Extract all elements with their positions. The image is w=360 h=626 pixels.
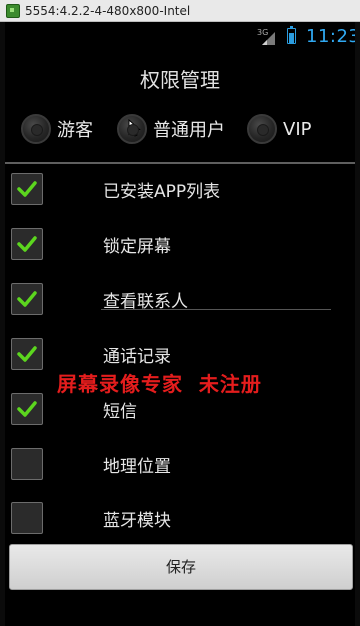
role-option-guest[interactable]: 游客 — [21, 107, 93, 151]
permission-label: 已安装APP列表 — [103, 182, 221, 202]
permission-label: 蓝牙模块 — [103, 511, 171, 531]
permission-item-location[interactable]: 地理位置 — [5, 442, 355, 486]
permission-label: 短信 — [103, 402, 137, 422]
permission-label: 锁定屏幕 — [103, 237, 171, 257]
recorder-watermark: 屏幕录像专家 未注册 — [57, 372, 262, 396]
page-title: 权限管理 — [140, 68, 220, 92]
check-icon — [17, 291, 37, 307]
radio-button-icon — [117, 114, 147, 144]
role-label: 游客 — [57, 120, 93, 141]
section-divider — [5, 162, 355, 164]
check-icon — [17, 346, 37, 362]
checkbox[interactable] — [11, 502, 43, 534]
checkbox[interactable] — [11, 338, 43, 370]
permission-label: 地理位置 — [103, 457, 171, 477]
radio-button-icon — [247, 114, 277, 144]
status-bar: 3G 11:23 — [5, 22, 355, 52]
permission-item-bluetooth[interactable]: 蓝牙模块 — [5, 496, 355, 540]
emulator-title: 5554:4.2.2-4-480x800-Intel — [25, 3, 191, 18]
device-screen: 3G 11:23 权限管理 游客 普通用户 VIP 已安装APP列表 锁定屏幕 … — [5, 22, 355, 626]
checkbox[interactable] — [11, 283, 43, 315]
checkbox[interactable] — [11, 228, 43, 260]
permission-item-lock-screen[interactable]: 锁定屏幕 — [5, 222, 355, 266]
role-label: VIP — [283, 118, 312, 140]
signal-icon — [262, 32, 275, 45]
role-option-vip[interactable]: VIP — [247, 107, 311, 151]
check-icon — [17, 236, 37, 252]
radio-button-icon — [21, 114, 51, 144]
check-icon — [17, 181, 37, 197]
save-button[interactable]: 保存 — [9, 544, 353, 590]
role-selector: 游客 普通用户 VIP — [5, 107, 355, 151]
mouse-cursor-icon — [128, 119, 141, 137]
android-emulator-icon — [6, 3, 20, 18]
role-option-normal-user[interactable]: 普通用户 — [117, 107, 225, 151]
checkbox[interactable] — [11, 173, 43, 205]
checkbox[interactable] — [11, 448, 43, 480]
permission-item-contacts[interactable]: 查看联系人 — [5, 277, 355, 321]
permission-item-app-list[interactable]: 已安装APP列表 — [5, 167, 355, 211]
row-divider — [101, 309, 331, 310]
emulator-title-bar: 5554:4.2.2-4-480x800-Intel — [0, 0, 360, 22]
battery-icon — [287, 26, 296, 44]
permission-label: 通话记录 — [103, 347, 171, 367]
status-time: 11:23 — [306, 26, 355, 47]
check-icon — [17, 401, 37, 417]
checkbox[interactable] — [11, 393, 43, 425]
role-label: 普通用户 — [153, 120, 225, 141]
